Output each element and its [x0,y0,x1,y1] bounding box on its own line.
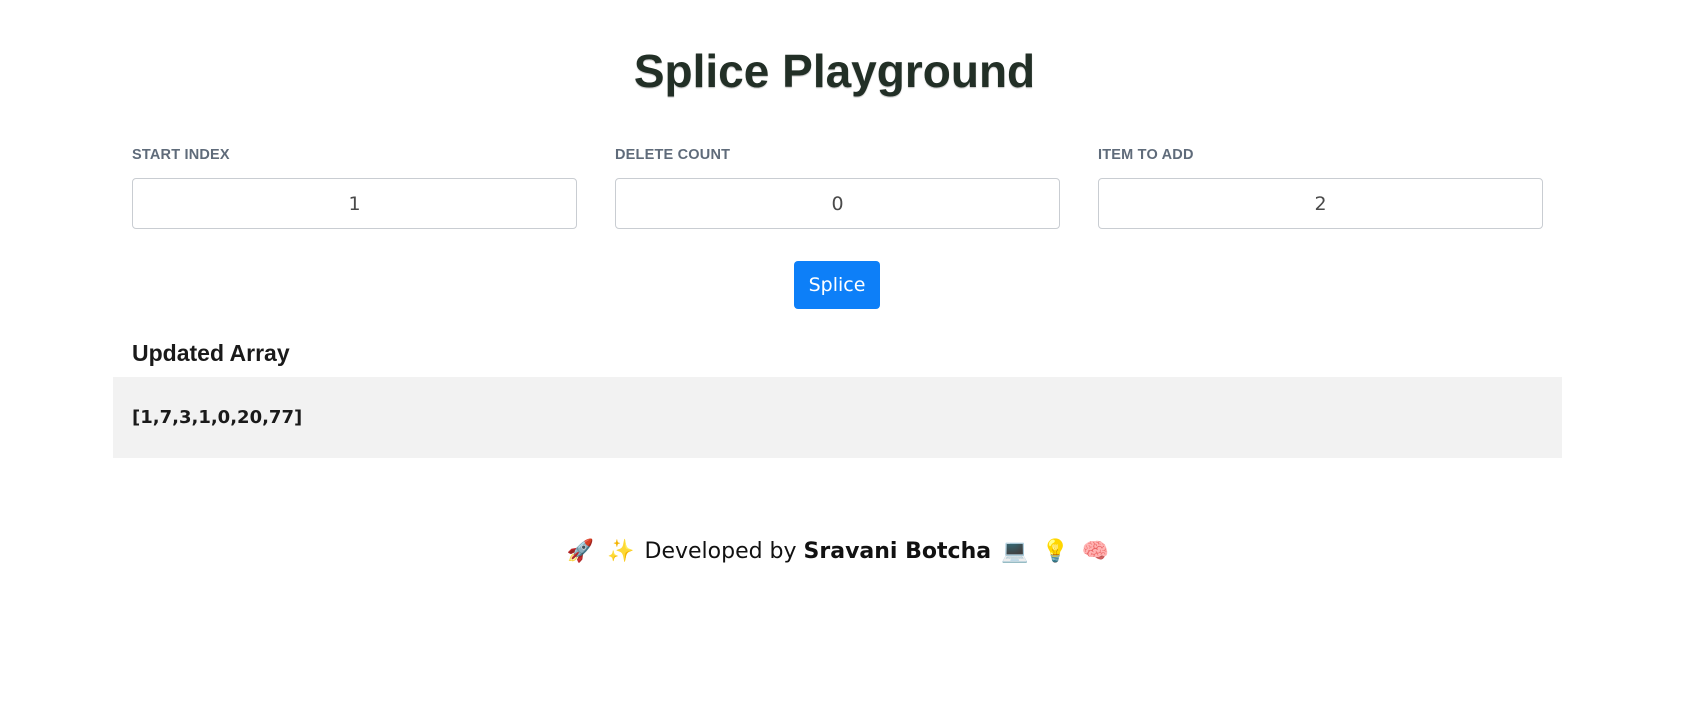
result-panel: [1,7,3,1,0,20,77] [113,377,1562,458]
start-index-field: START INDEX [132,145,577,229]
laptop-icon: 💻 [1001,539,1029,564]
brain-icon: 🧠 [1081,539,1110,564]
start-index-input[interactable] [132,178,577,229]
result-array-value: [1,7,3,1,0,20,77] [132,407,303,428]
delete-count-input[interactable] [615,178,1060,229]
item-to-add-label: ITEM TO ADD [1098,147,1194,163]
item-to-add-input[interactable] [1098,178,1543,229]
result-heading: Updated Array [132,340,290,366]
splice-playground-page: Splice Playground START INDEX DELETE COU… [0,0,1698,722]
footer-credit: 🚀 ✨ Developed by Sravani Botcha 💻 💡 🧠 [0,536,1676,568]
footer-prefix: Developed by [644,539,797,564]
delete-count-label: DELETE COUNT [615,147,731,163]
footer-author: Sravani Botcha [803,539,992,564]
lightbulb-icon: 💡 [1041,539,1069,564]
sparkles-icon: ✨ [607,539,635,564]
delete-count-field: DELETE COUNT [615,145,1060,229]
rocket-icon: 🚀 [566,539,595,564]
splice-button[interactable]: Splice [794,261,880,309]
start-index-label: START INDEX [132,147,230,163]
page-title: Splice Playground [633,45,1036,97]
item-to-add-field: ITEM TO ADD [1098,145,1543,229]
